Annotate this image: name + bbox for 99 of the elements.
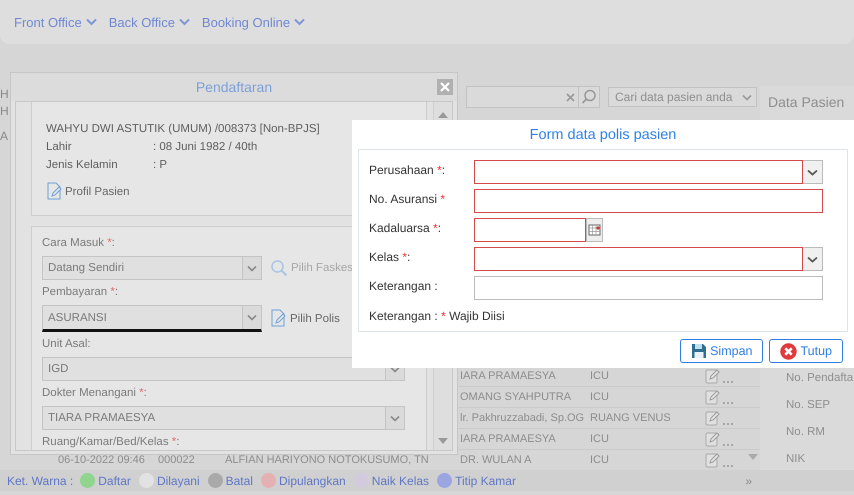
field-label: No. SEP	[786, 398, 832, 413]
field-label: Unit Asal:	[42, 337, 91, 352]
field-label: Pembayaran *:	[42, 285, 118, 300]
legend-label: Dipulangkan	[278, 474, 346, 488]
cut-text: A	[0, 130, 10, 143]
patient-name: WAHYU DWI ASTUTIK (UMUM) /008373 [Non-BPJS]	[46, 122, 320, 137]
more-link[interactable]: »	[745, 474, 752, 488]
edit-icon[interactable]	[705, 452, 720, 468]
more-icon[interactable]	[722, 401, 734, 405]
floppy-icon	[691, 343, 708, 359]
field-label: NIK	[786, 452, 806, 467]
chevron-down-icon	[742, 94, 752, 100]
search-icon[interactable]	[578, 86, 600, 108]
scroll-down-icon[interactable]	[438, 438, 448, 444]
chevron-down-icon	[178, 18, 190, 26]
table-cell-text: ICU	[590, 370, 610, 382]
nav-menu[interactable]: Front Office	[14, 14, 97, 30]
table-cell-text: 06-10-2022 09:46	[58, 454, 146, 466]
table-cell-text: ICU	[590, 454, 610, 466]
more-icon[interactable]	[722, 443, 734, 447]
chevron-down-icon	[247, 264, 257, 272]
input-field[interactable]	[474, 276, 823, 300]
more-icon[interactable]	[722, 464, 734, 468]
select-field[interactable]: IGD	[42, 357, 405, 381]
chevron-down-icon	[390, 414, 400, 422]
scroll-up-icon[interactable]	[438, 112, 448, 118]
field-label: Dokter Menangani *:	[42, 386, 147, 401]
legend-label: Daftar	[98, 474, 131, 488]
table-cell-text: IARA PRAMAESYA	[460, 433, 557, 445]
nav-menu[interactable]: Booking Online	[202, 14, 306, 30]
edit-icon[interactable]	[705, 431, 720, 447]
field-label: Perusahaan *:	[369, 162, 446, 177]
input-field[interactable]	[474, 189, 823, 213]
table-cell-text: ALFIAN HARIYONO NOTOKUSUMO, TN	[225, 454, 430, 466]
nav-menu[interactable]: Back Office	[108, 14, 190, 30]
document-edit-icon[interactable]	[46, 182, 63, 201]
field-label: No. RM	[786, 425, 826, 440]
table-cell-text: 000022	[158, 454, 196, 466]
edit-icon[interactable]	[705, 389, 720, 405]
required-note: Keterangan : * Wajib Diisi	[369, 309, 505, 323]
cut-text: H	[0, 88, 10, 101]
legend-label: Batal	[226, 474, 253, 488]
chevron-down-icon	[807, 168, 818, 176]
edit-icon[interactable]	[705, 368, 720, 384]
scroll-down-icon[interactable]	[748, 454, 758, 460]
table-cell-text: RUANG VENUS	[590, 412, 672, 424]
field-label: Kadaluarsa *:	[369, 220, 442, 235]
more-icon[interactable]	[722, 380, 734, 384]
table-cell-text: ICU	[590, 391, 610, 403]
table-cell-text: ICU	[590, 433, 610, 445]
field-label: Ruang/Kamar/Bed/Kelas *:	[42, 435, 180, 450]
dropdown-button[interactable]	[803, 160, 823, 184]
field-label: Keterangan :	[369, 278, 438, 293]
close-button[interactable]: Tutup	[769, 339, 843, 363]
chevron-down-icon	[86, 18, 97, 26]
legend-label: Dilayani	[156, 474, 200, 488]
save-button[interactable]: Simpan	[680, 339, 764, 363]
dialog-title: Form data polis pasien	[530, 127, 676, 143]
table-cell-text: OMANG SYAHPUTRA	[460, 391, 572, 403]
select-field[interactable]: ASURANSI	[42, 305, 262, 332]
legend-label: Naik Kelas	[372, 474, 430, 488]
panel-title: Data Pasien	[768, 94, 846, 110]
field-label: No. Asuransi *	[369, 191, 446, 206]
search-field[interactable]	[466, 86, 578, 108]
info-value: : 08 Juni 1982 / 40th	[153, 140, 258, 155]
edit-icon[interactable]	[705, 410, 720, 426]
action-link[interactable]: Pilih Polis	[290, 312, 340, 324]
field-label: No. Pendafta	[786, 371, 854, 386]
document-edit-icon[interactable]	[270, 309, 287, 328]
table-cell-text: lr. Pakhruzzabadi, Sp.OG	[460, 412, 586, 424]
calendar-icon[interactable]	[586, 218, 603, 242]
select-field[interactable]: TIARA PRAMAESYA	[42, 406, 405, 430]
search-icon[interactable]	[270, 259, 288, 277]
close-icon	[780, 342, 798, 360]
chevron-down-icon	[390, 366, 400, 372]
legend-label: Titip Kamar	[455, 474, 516, 488]
table-cell-text: IARA PRAMAESYA	[460, 370, 557, 382]
legend-title: Ket. Warna :	[7, 474, 74, 488]
field-label: Kelas *:	[369, 249, 410, 264]
profile-link[interactable]: Profil Pasien	[65, 186, 130, 198]
chevron-down-icon	[807, 256, 818, 262]
date-field[interactable]	[474, 218, 586, 242]
select-field[interactable]: Datang Sendiri	[42, 256, 262, 280]
info-label: Jenis Kelamin	[46, 158, 119, 173]
cut-text: H	[0, 105, 10, 118]
clear-icon[interactable]	[566, 92, 575, 102]
table-cell-text: DR. WULAN A	[460, 454, 533, 466]
info-label: Lahir	[46, 140, 73, 155]
select-field[interactable]	[474, 160, 803, 184]
select-field[interactable]	[474, 247, 803, 271]
close-icon[interactable]	[437, 79, 453, 95]
chevron-down-icon	[294, 18, 306, 26]
dropdown-button[interactable]	[803, 247, 823, 271]
chevron-down-icon	[247, 314, 257, 321]
dialog-title: Pendaftaran	[196, 79, 272, 95]
more-icon[interactable]	[722, 422, 734, 426]
patient-search-select[interactable]: Cari data pasien anda	[608, 87, 757, 107]
field-label: Cara Masuk *:	[42, 236, 115, 251]
info-value: : P	[153, 158, 168, 173]
